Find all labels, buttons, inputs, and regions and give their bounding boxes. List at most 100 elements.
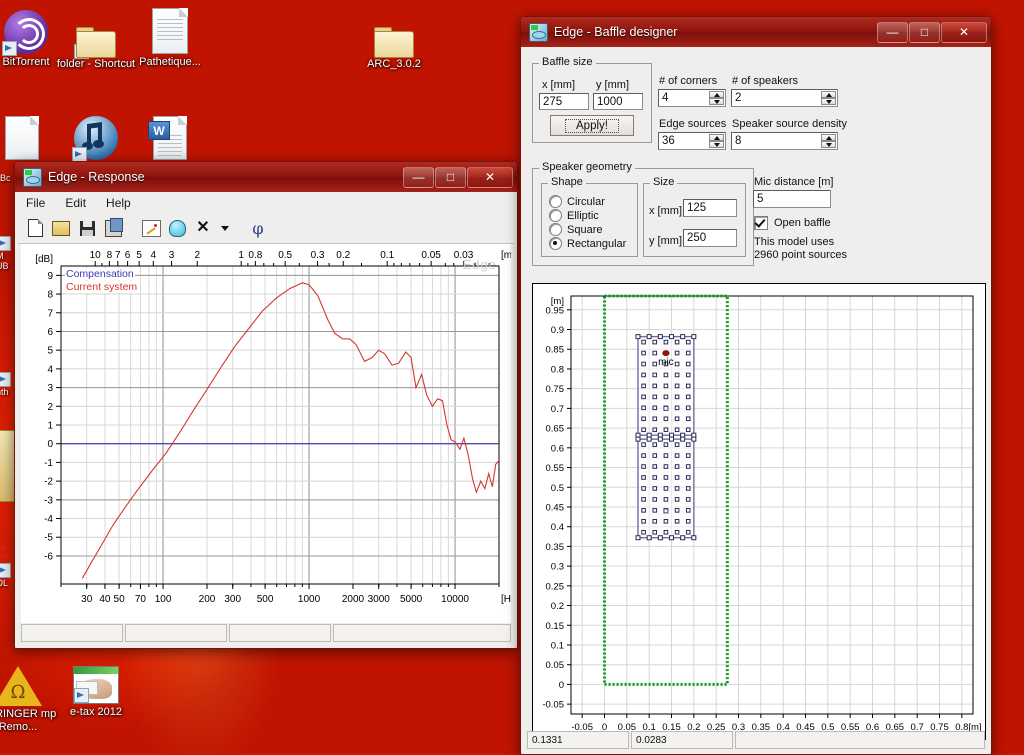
density-input[interactable]: 8 [731,132,838,150]
checkbox-icon [754,216,768,230]
dropdown-arrow-icon[interactable] [217,216,232,240]
maximize-button[interactable]: □ [435,166,466,188]
open-baffle-checkbox[interactable]: Open baffle [754,216,831,230]
response-window[interactable]: Edge - Response — □ ✕ File Edit Help ✕ φ [14,161,518,649]
edge-sources-value: 36 [662,135,675,147]
corners-input[interactable]: 4 [658,89,726,107]
legend-current-system: Current system [65,281,139,293]
menu-item-help[interactable]: Help [106,196,131,210]
density-label: Speaker source density [732,118,847,130]
speakers-input[interactable]: 2 [731,89,838,107]
phase-icon[interactable]: φ [246,216,270,240]
response-chart: 30 40 50 70 100 200 300 500 1000 2000 3000 5000 1000… [21,244,511,623]
svg-text:0: 0 [47,439,53,450]
speakers-spinner[interactable] [821,91,836,105]
baffle-designer-window[interactable]: Edge - Baffle designer — □ ✕ Baffle size… [520,16,992,755]
edge-sources-spinner[interactable] [709,134,724,148]
status-pane-2 [125,624,227,642]
baffle-y-input[interactable]: 1000 [593,93,643,110]
density-value: 8 [735,135,742,147]
open-icon[interactable] [49,216,73,240]
desktop-icon-etax[interactable]: e-tax 2012 [48,656,144,719]
desktop-icon-word-document[interactable]: W [122,112,218,162]
close-button[interactable]: ✕ [941,21,987,43]
desktop-icon-arc[interactable]: ARC_3.0.2 [346,8,442,71]
status-pane-4 [333,624,511,642]
baffle-plot[interactable]: -0.05 0 0.05 0.1 0.15 0.2 0.25 0.3 0.35 0.4 0.45 0.… [532,283,986,740]
response-menubar[interactable]: File Edit Help [18,192,514,213]
new-icon[interactable] [23,216,47,240]
baffle-window-controls[interactable]: — □ ✕ [876,21,987,43]
shortcut-arrow-icon [74,44,89,59]
svg-text:7: 7 [47,308,53,319]
svg-text:-6: -6 [44,551,53,562]
edge-sources-spinner-down[interactable] [709,141,724,148]
close-button[interactable]: ✕ [467,166,513,188]
svg-text:500: 500 [257,594,274,605]
svg-text:[m]: [m] [551,296,564,307]
svg-text:50: 50 [114,594,126,605]
svg-text:0.9: 0.9 [551,325,564,336]
menu-item-file[interactable]: File [26,196,45,210]
corners-spinner-down[interactable] [709,98,724,105]
speaker-icon[interactable] [165,216,189,240]
density-spinner-down[interactable] [821,141,836,148]
status-pane-1 [21,624,123,642]
status-pane-y: 0.0283 [631,731,733,749]
density-spinner[interactable] [821,134,836,148]
svg-text:0.55: 0.55 [546,463,565,474]
baffle-window-body: Baffle size x [mm] y [mm] 275 1000 Apply… [524,47,988,751]
response-toolbar[interactable]: ✕ φ [18,213,514,244]
corners-spinner[interactable] [709,91,724,105]
minimize-button[interactable]: — [403,166,434,188]
etax-icon [48,656,144,704]
svg-text:3: 3 [169,250,175,261]
delete-icon[interactable]: ✕ [191,216,215,240]
svg-text:0.1: 0.1 [380,250,394,261]
save-icon[interactable] [75,216,99,240]
svg-text:-0.05: -0.05 [542,700,564,711]
svg-text:0.5: 0.5 [278,250,292,261]
svg-text:0.45: 0.45 [546,502,565,513]
svg-text:0.8: 0.8 [551,364,564,375]
density-spinner-up[interactable] [821,134,836,141]
speakers-spinner-down[interactable] [821,98,836,105]
response-titlebar[interactable]: Edge - Response — □ ✕ [15,162,517,192]
size-x-input[interactable]: 125 [683,199,737,217]
edit-compensation-icon[interactable] [139,216,163,240]
svg-text:0.7: 0.7 [551,404,564,415]
response-window-body: File Edit Help ✕ φ 30 40 50 70 100 200 300 500 1… [18,192,514,645]
shape-radio-rectangular[interactable]: Rectangular [549,237,626,250]
baffle-plot-svg: -0.05 0 0.05 0.1 0.15 0.2 0.25 0.3 0.35 0.4 0.45 0.… [542,294,982,733]
shape-radio-square[interactable]: Square [549,223,602,236]
speakers-spinner-up[interactable] [821,91,836,98]
shape-radio-circular[interactable]: Circular [549,195,605,208]
mic-distance-input[interactable]: 5 [753,190,831,208]
svg-text:0.1: 0.1 [551,640,564,651]
size-y-input[interactable]: 250 [683,229,737,247]
corners-value: 4 [662,92,669,104]
shape-radio-label: Elliptic [567,209,599,222]
corners-spinner-up[interactable] [709,91,724,98]
status-pane-3 [229,624,331,642]
desktop-icon-pathetique[interactable]: Pathetique... [122,6,218,69]
shape-group-label: Shape [548,176,586,188]
maximize-button[interactable]: □ [909,21,940,43]
baffle-x-input[interactable]: 275 [539,93,589,110]
edge-sources-input[interactable]: 36 [658,132,726,150]
mic-distance-label: Mic distance [m] [754,176,834,188]
response-window-controls[interactable]: — □ ✕ [402,166,513,188]
edge-sources-spinner-up[interactable] [709,134,724,141]
document-icon [122,6,218,54]
apply-button[interactable]: Apply! [550,115,634,136]
copy-icon[interactable] [101,216,125,240]
svg-text:1000: 1000 [298,594,321,605]
svg-text:30: 30 [81,594,93,605]
shape-radio-elliptic[interactable]: Elliptic [549,209,599,222]
baffle-titlebar[interactable]: Edge - Baffle designer — □ ✕ [521,17,991,47]
menu-item-edit[interactable]: Edit [65,196,86,210]
svg-text:10: 10 [90,250,102,261]
minimize-button[interactable]: — [877,21,908,43]
size-y-label: y [mm] [649,235,682,247]
shortcut-arrow-icon [2,41,17,56]
